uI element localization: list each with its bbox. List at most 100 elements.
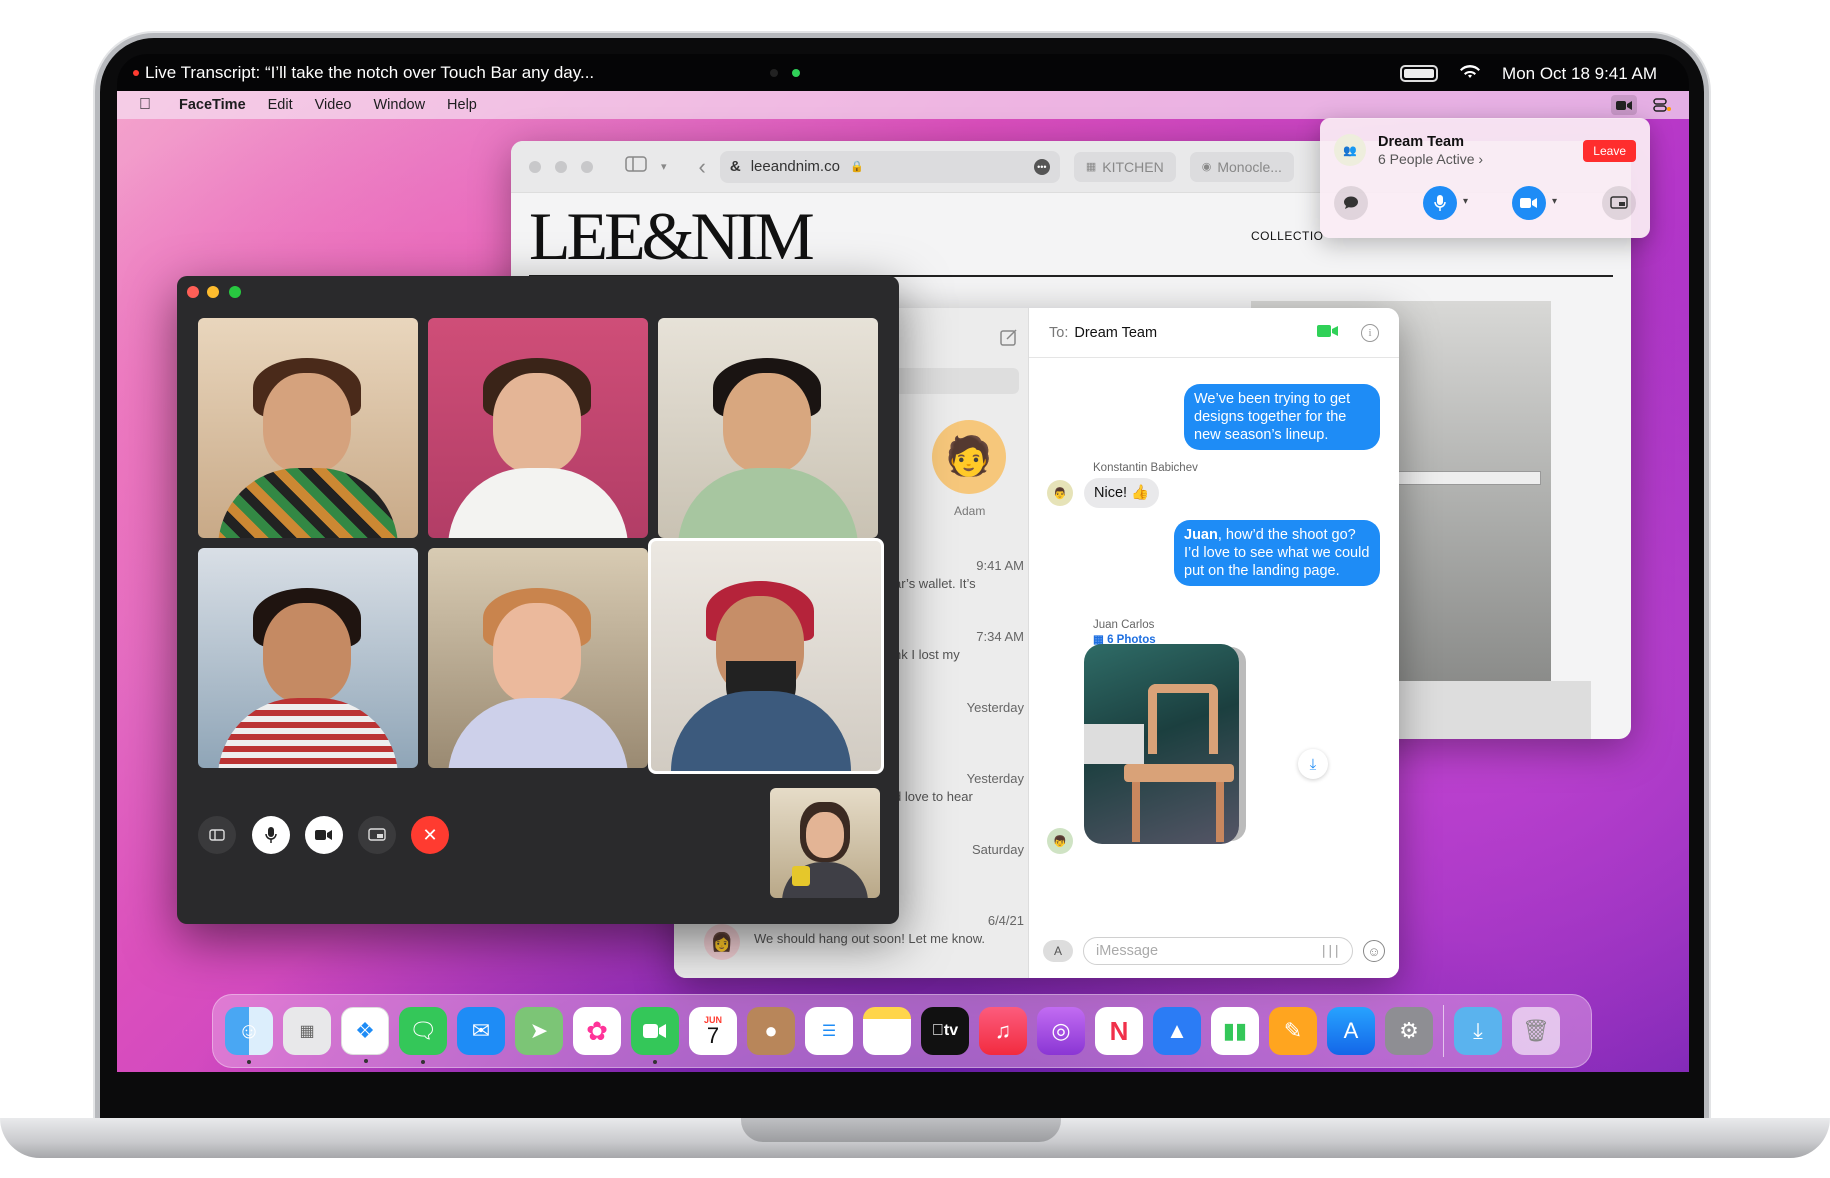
message-bubble-icon[interactable] bbox=[1334, 186, 1368, 220]
participant-body bbox=[218, 468, 398, 538]
contacts-icon[interactable]: ● bbox=[747, 1007, 795, 1055]
sidebar-toggle-icon[interactable] bbox=[625, 156, 647, 177]
facetime-video-icon[interactable] bbox=[1317, 324, 1339, 342]
video-options-chevron-icon[interactable]: ▾ bbox=[1552, 196, 1557, 207]
active-count[interactable]: 6 People Active › bbox=[1378, 151, 1483, 167]
menu-help[interactable]: Help bbox=[447, 97, 477, 113]
mic-options-chevron-icon[interactable]: ▾ bbox=[1463, 196, 1468, 207]
app-store-icon[interactable]: A bbox=[1327, 1007, 1375, 1055]
save-icon[interactable]: ⤓ bbox=[1298, 749, 1328, 779]
minimize-button[interactable] bbox=[207, 286, 219, 298]
messages-icon[interactable]: 🗨 bbox=[399, 1007, 447, 1064]
microphone-icon[interactable] bbox=[252, 816, 290, 854]
tab-label: Monocle... bbox=[1217, 158, 1282, 175]
participant-body bbox=[448, 698, 628, 768]
participant-tile[interactable] bbox=[198, 318, 418, 538]
menu-edit[interactable]: Edit bbox=[268, 97, 293, 113]
menu-app-name[interactable]: FaceTime bbox=[179, 97, 246, 113]
self-view-tile[interactable] bbox=[770, 788, 880, 898]
site-nav-item[interactable]: COLLECTIO bbox=[1251, 229, 1324, 243]
participant-tile[interactable] bbox=[658, 318, 878, 538]
participant-tile[interactable] bbox=[428, 548, 648, 768]
trash-icon[interactable]: 🗑 bbox=[1512, 1007, 1560, 1055]
message-bubble-sent[interactable]: Juan, how’d the shoot go? I’d love to se… bbox=[1174, 520, 1380, 586]
back-icon[interactable]: ‹ bbox=[699, 154, 706, 180]
shareplay-hud: 👥 Dream Team 6 People Active › Leave ▾ ▾ bbox=[1320, 118, 1650, 238]
video-camera-icon[interactable] bbox=[1512, 186, 1546, 220]
launchpad-icon[interactable]: ▦ bbox=[283, 1007, 331, 1055]
sidebar-icon[interactable] bbox=[198, 816, 236, 854]
zoom-button[interactable] bbox=[229, 286, 241, 298]
site-logo[interactable]: LEE&NIM bbox=[529, 197, 815, 276]
zoom-button[interactable] bbox=[581, 160, 593, 173]
participant-face bbox=[263, 603, 351, 703]
control-center-icon[interactable] bbox=[1649, 95, 1675, 115]
tab-kitchen[interactable]: ▦ KITCHEN bbox=[1073, 151, 1176, 182]
notes-icon[interactable] bbox=[863, 1007, 911, 1055]
search-field[interactable] bbox=[884, 368, 1019, 394]
minimize-button[interactable] bbox=[555, 160, 567, 173]
reminders-icon[interactable]: ☰ bbox=[805, 1007, 853, 1055]
microphone-icon[interactable] bbox=[1423, 186, 1457, 220]
conversation-preview[interactable]: nk I lost my bbox=[894, 647, 1024, 662]
pinned-avatar[interactable]: 🧑 bbox=[932, 420, 1006, 494]
finder-icon[interactable]: ☺ bbox=[225, 1007, 273, 1064]
safari-icon[interactable]: ❖ bbox=[341, 1007, 389, 1063]
photos-icon[interactable]: ✿ bbox=[573, 1007, 621, 1055]
url-text: leeandnim.co bbox=[750, 158, 840, 175]
leave-button[interactable]: Leave bbox=[1583, 140, 1636, 162]
conversation-preview[interactable]: ar’s wallet. It’s bbox=[894, 576, 1024, 591]
battery-icon[interactable] bbox=[1400, 65, 1439, 82]
menu-video[interactable]: Video bbox=[315, 97, 352, 113]
chevron-down-icon[interactable]: ▾ bbox=[661, 160, 667, 173]
screen-share-icon[interactable] bbox=[1602, 186, 1636, 220]
more-icon[interactable]: ••• bbox=[1033, 158, 1050, 175]
menu-window[interactable]: Window bbox=[373, 97, 425, 113]
participant-body bbox=[671, 691, 851, 771]
participant-tile[interactable] bbox=[198, 548, 418, 768]
podcasts-icon[interactable]: ◎ bbox=[1037, 1007, 1085, 1055]
numbers-icon[interactable]: ▮▮ bbox=[1211, 1007, 1259, 1055]
group-avatar: 👥 bbox=[1334, 134, 1366, 166]
recipient-name[interactable]: Dream Team bbox=[1074, 325, 1157, 341]
wifi-icon[interactable] bbox=[1458, 62, 1482, 85]
message-bubble-received[interactable]: Nice! 👍 bbox=[1084, 478, 1160, 508]
facetime-icon[interactable] bbox=[631, 1007, 679, 1064]
conversation-preview[interactable]: d love to hear bbox=[894, 789, 1024, 804]
chair-image bbox=[1148, 684, 1218, 754]
end-call-icon[interactable]: ✕ bbox=[411, 816, 449, 854]
tab-monocle[interactable]: ◉ Monocle... bbox=[1189, 151, 1294, 182]
video-camera-icon[interactable] bbox=[305, 816, 343, 854]
facetime-video-icon[interactable] bbox=[1611, 95, 1637, 115]
emoji-icon[interactable]: ☺ bbox=[1363, 940, 1385, 962]
participant-tile[interactable] bbox=[428, 318, 648, 538]
message-bubble-sent[interactable]: We’ve been trying to get designs togethe… bbox=[1184, 384, 1380, 450]
imessage-input[interactable]: iMessage ∣∣∣ bbox=[1083, 937, 1353, 965]
close-button[interactable] bbox=[529, 160, 541, 173]
app-store-icon[interactable]: A bbox=[1043, 940, 1073, 962]
calendar-icon[interactable]: JUN 7 bbox=[689, 1007, 737, 1055]
address-bar[interactable]: & leeandnim.co 🔒 ••• bbox=[719, 150, 1060, 183]
photo-stack[interactable] bbox=[1084, 644, 1239, 844]
tv-icon[interactable]: tv bbox=[921, 1007, 969, 1055]
participant-tile-active[interactable] bbox=[648, 538, 884, 774]
chair-seat bbox=[1124, 764, 1234, 782]
group-name[interactable]: Dream Team bbox=[1378, 134, 1464, 150]
screen-share-icon[interactable] bbox=[358, 816, 396, 854]
clock[interactable]: Mon Oct 18 9:41 AM bbox=[1502, 64, 1657, 84]
keynote-icon[interactable]: ▲ bbox=[1153, 1007, 1201, 1055]
system-preferences-icon[interactable]: ⚙ bbox=[1385, 1007, 1433, 1055]
maps-icon[interactable]: ➤ bbox=[515, 1007, 563, 1055]
apple-menu-icon[interactable]:  bbox=[139, 96, 155, 114]
conversation-preview[interactable]: We should hang out soon! Let me know. bbox=[754, 931, 985, 946]
participant-body bbox=[678, 468, 858, 538]
audio-waveform-icon[interactable]: ∣∣∣ bbox=[1321, 943, 1341, 959]
news-icon[interactable]: N bbox=[1095, 1007, 1143, 1055]
compose-icon[interactable] bbox=[1000, 328, 1018, 351]
music-icon[interactable]: ♫ bbox=[979, 1007, 1027, 1055]
pages-icon[interactable]: ✎ bbox=[1269, 1007, 1317, 1055]
mail-icon[interactable]: ✉ bbox=[457, 1007, 505, 1055]
close-button[interactable] bbox=[187, 286, 199, 298]
info-icon[interactable]: i bbox=[1361, 323, 1379, 342]
downloads-folder-icon[interactable]: ⤓ bbox=[1454, 1007, 1502, 1055]
